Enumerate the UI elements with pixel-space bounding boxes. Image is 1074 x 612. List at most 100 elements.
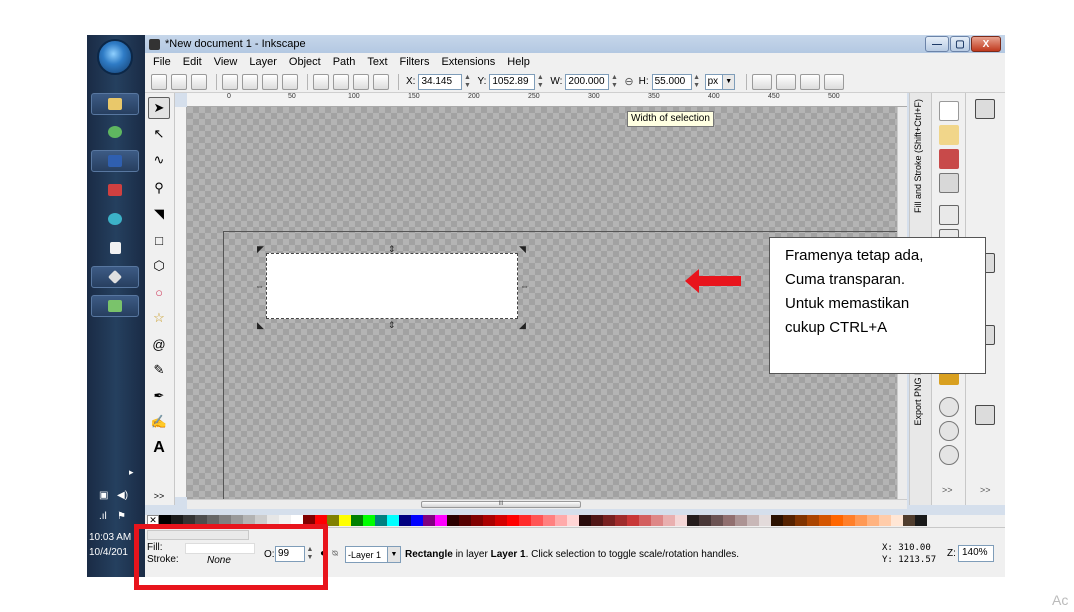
vertical-ruler[interactable] (175, 107, 187, 497)
color-swatch[interactable] (495, 515, 507, 526)
color-swatch[interactable] (339, 515, 351, 526)
fill-stroke-dock-tab[interactable]: Fill and Stroke (Shift+Ctrl+F) (913, 99, 923, 213)
color-swatch[interactable] (327, 515, 339, 526)
color-swatch[interactable] (555, 515, 567, 526)
select-all-icon[interactable] (151, 73, 167, 90)
color-swatch[interactable] (711, 515, 723, 526)
signal-tray-icon[interactable]: .ıl (99, 511, 107, 522)
color-swatch[interactable] (639, 515, 651, 526)
color-swatch[interactable] (387, 515, 399, 526)
measure-tool-icon[interactable]: ◥ (148, 203, 170, 225)
lower-icon[interactable] (353, 73, 369, 90)
color-swatch[interactable] (723, 515, 735, 526)
scale-handle-e[interactable]: ⇔ (520, 281, 529, 291)
color-swatch[interactable] (615, 515, 627, 526)
height-spinner[interactable]: ▲ ▼ (693, 74, 701, 90)
color-swatch[interactable] (759, 515, 771, 526)
color-swatch[interactable] (567, 515, 579, 526)
color-swatch[interactable] (627, 515, 639, 526)
start-button[interactable] (97, 39, 133, 75)
import-icon[interactable] (939, 205, 959, 225)
close-button[interactable]: X (971, 36, 1001, 52)
print-icon[interactable] (939, 173, 959, 193)
color-swatch[interactable] (891, 515, 903, 526)
calligraphy-tool-icon[interactable]: ✍ (148, 411, 170, 433)
color-swatch[interactable] (795, 515, 807, 526)
selector-tool-icon[interactable]: ➤ (148, 97, 170, 119)
scale-handle-ne[interactable]: ◥ (519, 244, 526, 255)
color-swatch[interactable] (735, 515, 747, 526)
star-tool-icon[interactable]: ☆ (148, 307, 170, 329)
unit-select[interactable]: px ▼ (704, 73, 736, 90)
menu-extensions[interactable]: Extensions (441, 56, 495, 68)
taskbar-pictures-button[interactable] (91, 295, 139, 317)
color-swatch[interactable] (483, 515, 495, 526)
layer-lock-icon[interactable]: ᴓ (332, 548, 338, 559)
3d-box-tool-icon[interactable]: ⬡ (148, 255, 170, 277)
color-swatch[interactable] (447, 515, 459, 526)
rotate-cw-icon[interactable] (242, 73, 258, 90)
color-swatch[interactable] (375, 515, 387, 526)
menu-help[interactable]: Help (507, 56, 530, 68)
raise-icon[interactable] (333, 73, 349, 90)
snap-bbox-midpoint-icon[interactable] (975, 197, 995, 217)
horizontal-scroll-thumb[interactable]: III (421, 501, 581, 508)
menu-file[interactable]: File (153, 56, 171, 68)
color-swatch[interactable] (435, 515, 447, 526)
select-all-layers-icon[interactable] (171, 73, 187, 90)
node-tool-icon[interactable]: ↖ (148, 123, 170, 145)
x-field[interactable]: 34.145 (418, 73, 463, 90)
menu-view[interactable]: View (214, 56, 238, 68)
color-swatch[interactable] (903, 515, 915, 526)
snap-bbox-icon[interactable] (975, 125, 995, 145)
scale-handle-s[interactable]: ⇕ (388, 320, 396, 331)
color-swatch[interactable] (423, 515, 435, 526)
snap-centers-icon[interactable] (975, 429, 995, 449)
menu-text[interactable]: Text (367, 56, 387, 68)
color-swatch[interactable] (543, 515, 555, 526)
color-swatch[interactable] (579, 515, 591, 526)
menu-edit[interactable]: Edit (183, 56, 202, 68)
snap-overflow-icon[interactable]: >> (980, 485, 991, 495)
menu-path[interactable]: Path (333, 56, 356, 68)
snap-rotation-center-icon[interactable] (975, 453, 995, 473)
y-field[interactable]: 1052.89 (489, 73, 536, 90)
color-swatch[interactable] (831, 515, 843, 526)
snap-others-icon[interactable] (975, 405, 995, 425)
snap-midpoints-icon[interactable] (975, 373, 995, 393)
title-bar[interactable]: *New document 1 - Inkscape — ▢ X (145, 35, 1005, 53)
scale-handle-se[interactable]: ◢ (519, 320, 526, 331)
maximize-button[interactable]: ▢ (950, 36, 970, 52)
menu-layer[interactable]: Layer (249, 56, 277, 68)
zoom-tool-icon[interactable]: ⚲ (148, 177, 170, 199)
color-swatch[interactable] (399, 515, 411, 526)
toolbox-overflow-icon[interactable]: >> (148, 485, 170, 507)
x-spinner[interactable]: ▲ ▼ (463, 74, 471, 90)
deselect-icon[interactable] (191, 73, 207, 90)
lock-ratio-icon[interactable]: ⊖ (624, 75, 633, 88)
y-spinner[interactable]: ▲ ▼ (536, 74, 544, 90)
color-swatch[interactable] (651, 515, 663, 526)
lower-to-bottom-icon[interactable] (373, 73, 389, 90)
color-swatch[interactable] (471, 515, 483, 526)
pen-tool-icon[interactable]: ✒ (148, 385, 170, 407)
open-icon[interactable] (939, 125, 959, 145)
color-swatch[interactable] (915, 515, 927, 526)
color-swatch[interactable] (747, 515, 759, 526)
new-document-icon[interactable] (939, 101, 959, 121)
color-swatch[interactable] (531, 515, 543, 526)
width-spinner[interactable]: ▲ ▼ (610, 74, 618, 90)
color-swatch[interactable] (771, 515, 783, 526)
color-swatch[interactable] (411, 515, 423, 526)
tray-expand-icon[interactable]: ▸ (129, 467, 134, 478)
color-swatch[interactable] (819, 515, 831, 526)
color-swatch[interactable] (663, 515, 675, 526)
commands-overflow-icon[interactable]: >> (942, 485, 953, 495)
snap-toggle-icon[interactable] (975, 99, 995, 119)
zoom-drawing-icon[interactable] (939, 421, 959, 441)
color-swatch[interactable] (867, 515, 879, 526)
zoom-selection-icon[interactable] (939, 397, 959, 417)
layer-select[interactable]: -Layer 1 ▼ (345, 546, 401, 563)
volume-tray-icon[interactable]: ◀) (117, 490, 128, 501)
zoom-page-icon[interactable] (939, 445, 959, 465)
